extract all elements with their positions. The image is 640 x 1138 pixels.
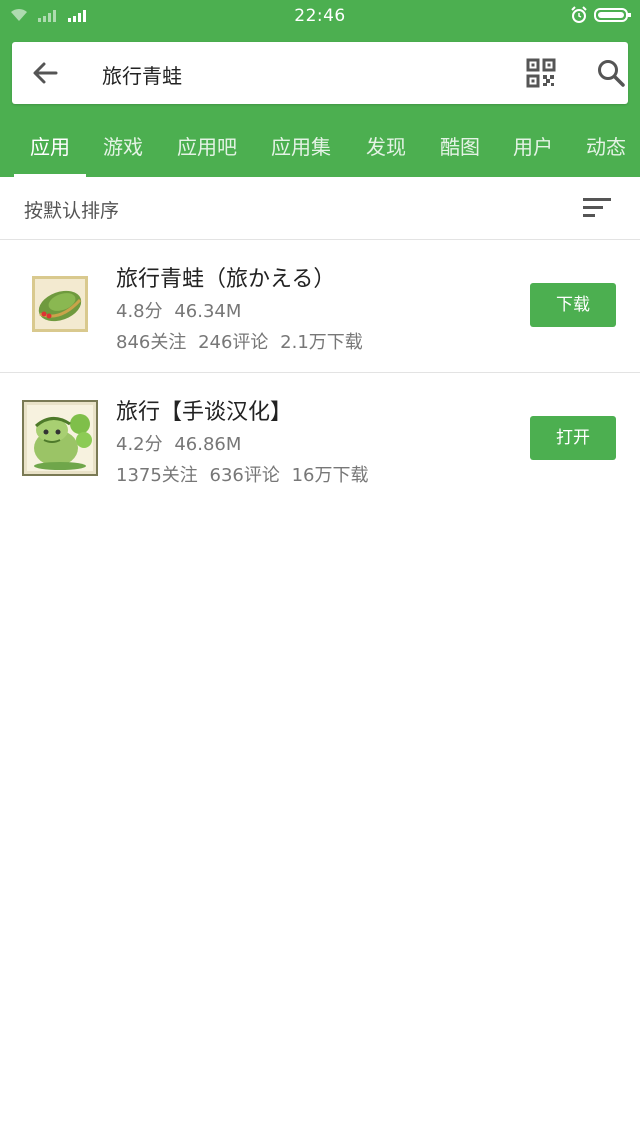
tab-activity[interactable]: 动态: [576, 126, 636, 177]
app-stats: 1375关注 636评论 16万下载: [116, 465, 369, 486]
app-icon-frog-hat: [32, 276, 88, 332]
app-list-item[interactable]: 旅行青蛙（旅かえる） 4.8分 46.34M 846关注 246评论 2.1万下…: [0, 240, 640, 373]
tab-app-collections[interactable]: 应用集: [262, 126, 340, 177]
search-bar[interactable]: 旅行青蛙: [12, 42, 628, 104]
app-rating-size: 4.2分 46.86M: [116, 434, 242, 455]
app-rating-size: 4.8分 46.34M: [116, 301, 242, 322]
app-list-item[interactable]: 旅行【手谈汉化】 4.2分 46.86M 1375关注 636评论 16万下载 …: [0, 373, 640, 505]
tab-cool-images[interactable]: 酷图: [430, 126, 490, 177]
download-button[interactable]: 下载: [530, 283, 616, 327]
qr-code-scan-icon[interactable]: [526, 58, 556, 88]
app-icon-frog: [22, 400, 98, 476]
open-button[interactable]: 打开: [530, 416, 616, 460]
search-input[interactable]: 旅行青蛙: [102, 60, 182, 89]
tab-app-forum[interactable]: 应用吧: [168, 126, 246, 177]
app-name: 旅行【手谈汉化】: [116, 400, 293, 425]
status-icons-right: [570, 6, 632, 24]
app-stats: 846关注 246评论 2.1万下载: [116, 332, 363, 353]
status-time: 22:46: [294, 6, 346, 26]
sort-label[interactable]: 按默认排序: [24, 196, 119, 223]
alarm-icon: [571, 6, 587, 23]
tab-users[interactable]: 用户: [503, 126, 563, 177]
tab-apps[interactable]: 应用: [14, 126, 86, 177]
category-tabs: 应用 游戏 应用吧 应用集 发现 酷图 用户 动态: [0, 126, 640, 177]
status-bar: 22:46: [0, 0, 640, 32]
tab-discover[interactable]: 发现: [356, 126, 416, 177]
battery-icon: [594, 8, 631, 22]
sort-icon[interactable]: [582, 197, 612, 219]
app-name: 旅行青蛙（旅かえる）: [116, 267, 336, 292]
search-icon[interactable]: [595, 57, 627, 89]
back-arrow-icon[interactable]: [30, 58, 60, 88]
app-header: 旅行青蛙 应用 游戏 应用吧 应用集 发现 酷图 用户 动态: [0, 32, 640, 177]
tab-games[interactable]: 游戏: [92, 126, 154, 177]
sort-bar: 按默认排序: [0, 177, 640, 240]
